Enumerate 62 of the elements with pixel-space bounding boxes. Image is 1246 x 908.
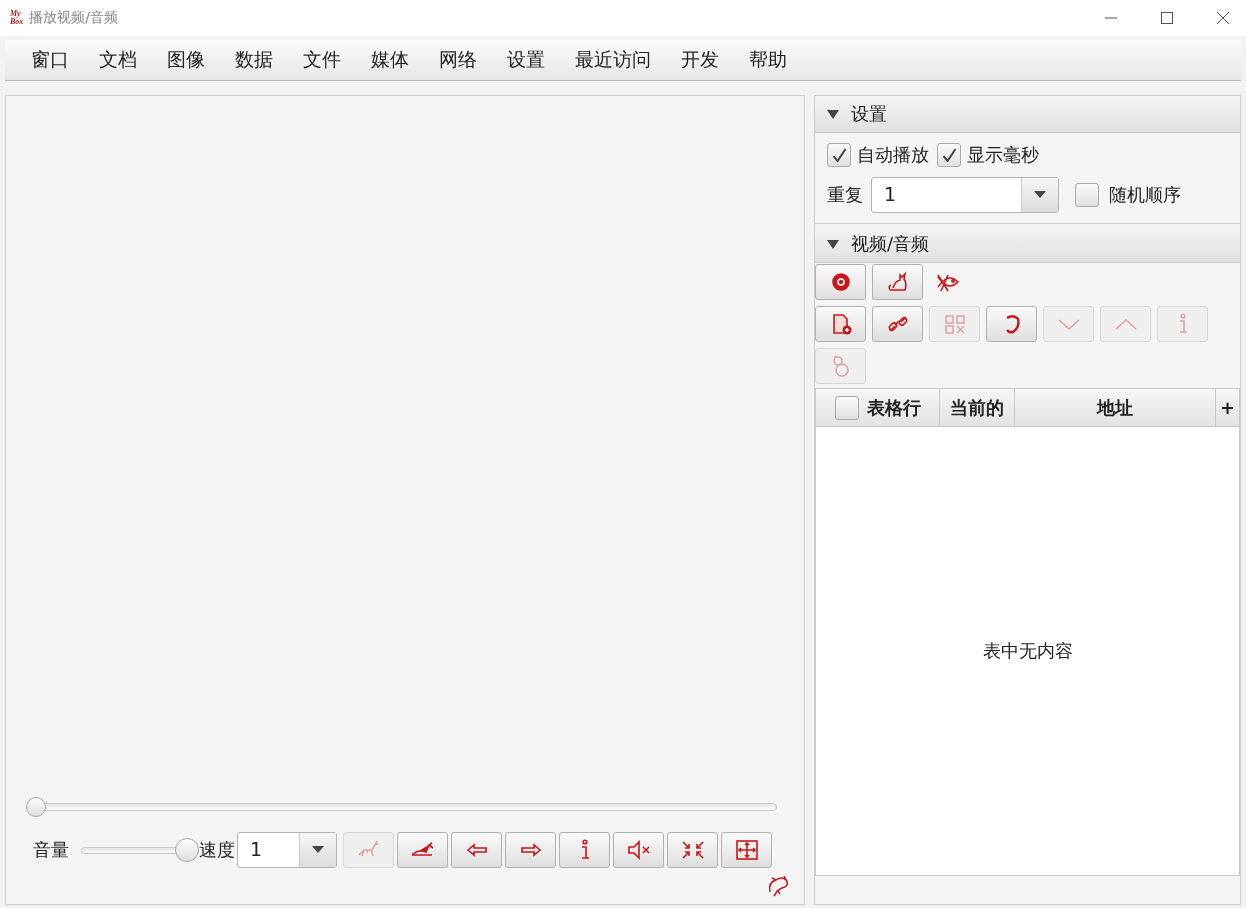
minimize-icon (1105, 17, 1117, 19)
menu-item[interactable]: 图像 (155, 47, 219, 73)
checkbox-label: 显示毫秒 (967, 143, 1039, 167)
menu-item[interactable]: 开发 (669, 47, 733, 73)
menu-item[interactable]: 网络 (427, 47, 491, 73)
app-logo: My Box (10, 10, 24, 26)
menu-item[interactable]: 数据 (223, 47, 287, 73)
add-column-button[interactable]: + (1219, 397, 1236, 418)
refresh-button[interactable] (986, 306, 1037, 342)
repeat-label: 重复 (827, 183, 863, 207)
arrow-right-button[interactable] (505, 832, 556, 868)
speed-dropdown[interactable]: 1 (237, 832, 337, 868)
close-icon (1217, 12, 1229, 24)
volume-slider[interactable] (81, 837, 199, 863)
panel-title: 设置 (851, 102, 887, 126)
window-title: 播放视频/音频 (29, 9, 120, 27)
checkbox[interactable] (1075, 183, 1099, 207)
info-icon (1177, 313, 1188, 335)
info-icon (579, 839, 590, 861)
mute-icon (625, 839, 652, 861)
collapse-arrow-icon[interactable] (827, 108, 839, 120)
position-slider[interactable] (26, 796, 777, 818)
checkbox-label: 自动播放 (857, 143, 929, 167)
checkbox[interactable] (827, 143, 851, 167)
menu-item[interactable]: 设置 (495, 47, 559, 73)
flower-button[interactable] (815, 264, 866, 300)
checkbox[interactable] (937, 143, 961, 167)
menu-item[interactable]: 最近访问 (563, 47, 665, 73)
expand-button[interactable] (721, 832, 772, 868)
dropdown-arrow-icon[interactable] (312, 846, 324, 854)
info-button[interactable] (559, 832, 610, 868)
check-icon (942, 148, 956, 162)
column-header[interactable]: 表格行 (866, 395, 921, 420)
repeat-dropdown[interactable]: 1 (871, 177, 1059, 213)
mute-button[interactable] (613, 832, 664, 868)
menu-item[interactable]: 文档 (87, 47, 151, 73)
goat-button[interactable] (397, 832, 448, 868)
expand-icon (733, 839, 760, 861)
menu-item[interactable]: 文件 (291, 47, 355, 73)
dropdown-arrow-icon[interactable] (1034, 191, 1046, 199)
empty-table-message: 表中无内容 (982, 639, 1073, 663)
menu-item[interactable]: 媒体 (359, 47, 423, 73)
column-header[interactable]: 地址 (1097, 395, 1133, 420)
cat-button[interactable] (872, 264, 923, 300)
collapse-arrow-icon[interactable] (827, 238, 839, 250)
panel-title: 视频/音频 (851, 232, 930, 256)
maximize-icon (1161, 12, 1173, 24)
check-icon (832, 148, 846, 162)
speed-label: 速度 (199, 838, 235, 862)
menu-item[interactable]: 帮助 (737, 47, 801, 73)
arrow-left-button[interactable] (451, 832, 502, 868)
file-add-button[interactable] (815, 306, 866, 342)
checkbox-label: 随机顺序 (1109, 183, 1181, 207)
slider-thumb[interactable] (26, 797, 46, 817)
select-all-checkbox[interactable] (834, 395, 859, 420)
menu-item[interactable]: 窗口 (19, 47, 83, 73)
shrink-button[interactable] (667, 832, 718, 868)
column-header[interactable]: 当前的 (950, 395, 1004, 420)
shrink-icon (679, 839, 706, 861)
link-button[interactable] (872, 306, 923, 342)
volume-label: 音量 (33, 838, 69, 862)
slider-thumb[interactable] (175, 838, 199, 862)
